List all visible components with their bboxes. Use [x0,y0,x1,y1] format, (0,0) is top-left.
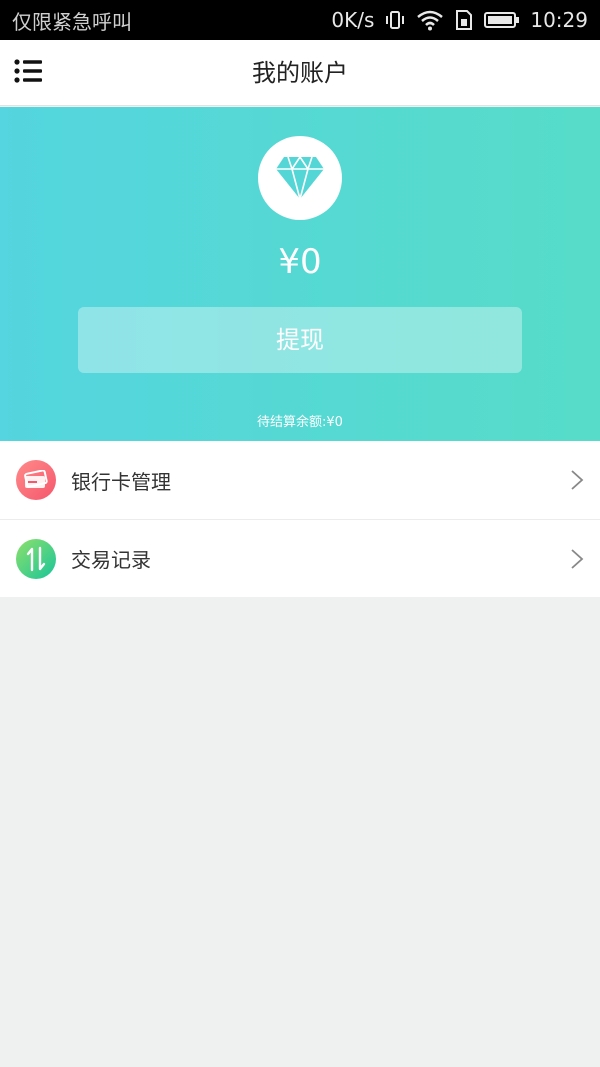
wifi-icon [416,9,444,31]
transaction-arrows-icon [16,538,56,579]
sim-icon [454,9,474,31]
menu-item-bank-card[interactable]: 银行卡管理 [0,441,600,519]
chevron-right-icon [571,470,584,490]
page-title: 我的账户 [252,59,348,87]
pending-balance: 待结算余额:¥0 [257,415,343,430]
balance-amount: ¥0 [278,242,322,282]
menu-button[interactable] [14,58,52,88]
status-icons: 0K/s 10:29 [331,8,588,32]
menu-item-transactions[interactable]: 交易记录 [0,519,600,597]
menu-list-icon [14,59,42,83]
carrier-text: 仅限紧急呼叫 [12,9,132,34]
chevron-right-icon [571,549,584,569]
account-menu: 银行卡管理 交易记录 [0,441,600,597]
diamond-badge [258,136,342,220]
net-speed: 0K/s [331,8,375,32]
menu-item-label: 银行卡管理 [71,469,171,494]
account-summary: ¥0 提现 待结算余额:¥0 [0,107,600,441]
diamond-icon [276,155,324,200]
app-header: 我的账户 [0,40,600,106]
status-bar: 仅限紧急呼叫 0K/s 10:29 [0,0,600,40]
vibrate-icon [384,9,406,31]
menu-item-label: 交易记录 [71,548,151,572]
clock-time: 10:29 [530,8,588,32]
bank-card-icon [16,460,56,500]
withdraw-button[interactable]: 提现 [78,307,522,373]
battery-icon [484,10,520,30]
